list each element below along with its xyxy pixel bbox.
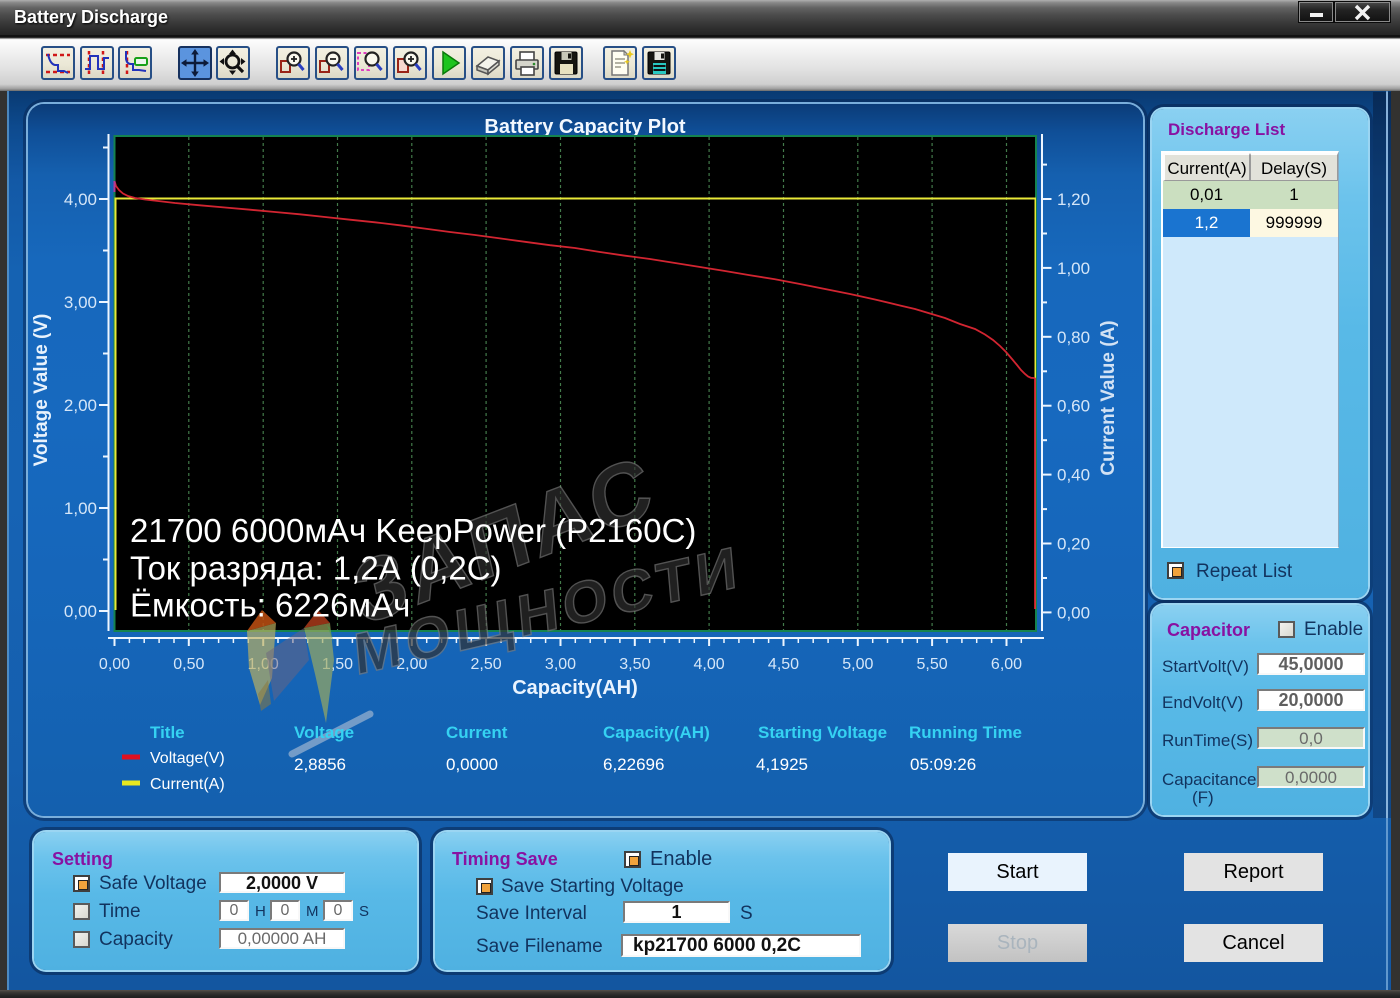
svg-text:21700 6000мАч KeepPower (P2160: 21700 6000мАч KeepPower (P2160C) <box>130 512 696 549</box>
svg-text:4,00: 4,00 <box>694 656 725 673</box>
svg-text:4,00: 4,00 <box>64 190 97 209</box>
svg-text:Capacity(AH): Capacity(AH) <box>512 677 638 699</box>
svg-text:Ток разряда: 1,2А (0,2С): Ток разряда: 1,2А (0,2С) <box>130 550 502 587</box>
svg-text:3,50: 3,50 <box>619 656 650 673</box>
svg-text:5,50: 5,50 <box>917 656 948 673</box>
svg-text:Voltage Value (V): Voltage Value (V) <box>31 314 52 467</box>
svg-text:6,00: 6,00 <box>991 656 1022 673</box>
svg-text:1,00: 1,00 <box>64 499 97 518</box>
svg-text:0,50: 0,50 <box>173 656 204 673</box>
svg-text:Voltage: Voltage <box>294 723 354 742</box>
svg-text:0,20: 0,20 <box>1057 535 1090 554</box>
svg-text:6,22696: 6,22696 <box>603 755 664 774</box>
svg-text:Ёмкость: 6226мАч: Ёмкость: 6226мАч <box>130 587 410 624</box>
svg-text:Starting Voltage: Starting Voltage <box>758 723 887 742</box>
svg-text:2,00: 2,00 <box>64 396 97 415</box>
svg-text:Voltage(V): Voltage(V) <box>150 750 225 767</box>
svg-text:0,00: 0,00 <box>99 656 130 673</box>
svg-text:0,00: 0,00 <box>64 602 97 621</box>
svg-text:1,00: 1,00 <box>1057 259 1090 278</box>
svg-text:3,00: 3,00 <box>64 293 97 312</box>
svg-text:Current: Current <box>446 723 508 742</box>
svg-text:Current Value (A): Current Value (A) <box>1098 320 1119 475</box>
svg-text:5,00: 5,00 <box>842 656 873 673</box>
svg-text:4,50: 4,50 <box>768 656 799 673</box>
svg-text:0,60: 0,60 <box>1057 397 1090 416</box>
svg-text:4,1925: 4,1925 <box>756 755 808 774</box>
svg-text:Title: Title <box>150 723 185 742</box>
svg-text:0,00: 0,00 <box>1057 603 1090 622</box>
svg-text:2,8856: 2,8856 <box>294 755 346 774</box>
svg-text:Running Time: Running Time <box>909 723 1022 742</box>
svg-text:Current(A): Current(A) <box>150 776 225 793</box>
svg-text:Capacity(AH): Capacity(AH) <box>603 723 710 742</box>
svg-text:0,40: 0,40 <box>1057 466 1090 485</box>
svg-text:0,80: 0,80 <box>1057 328 1090 347</box>
svg-text:05:09:26: 05:09:26 <box>910 755 976 774</box>
svg-text:Battery Capacity Plot: Battery Capacity Plot <box>484 116 686 138</box>
svg-text:1,20: 1,20 <box>1057 190 1090 209</box>
svg-text:3,00: 3,00 <box>545 656 576 673</box>
svg-text:0,0000: 0,0000 <box>446 755 498 774</box>
